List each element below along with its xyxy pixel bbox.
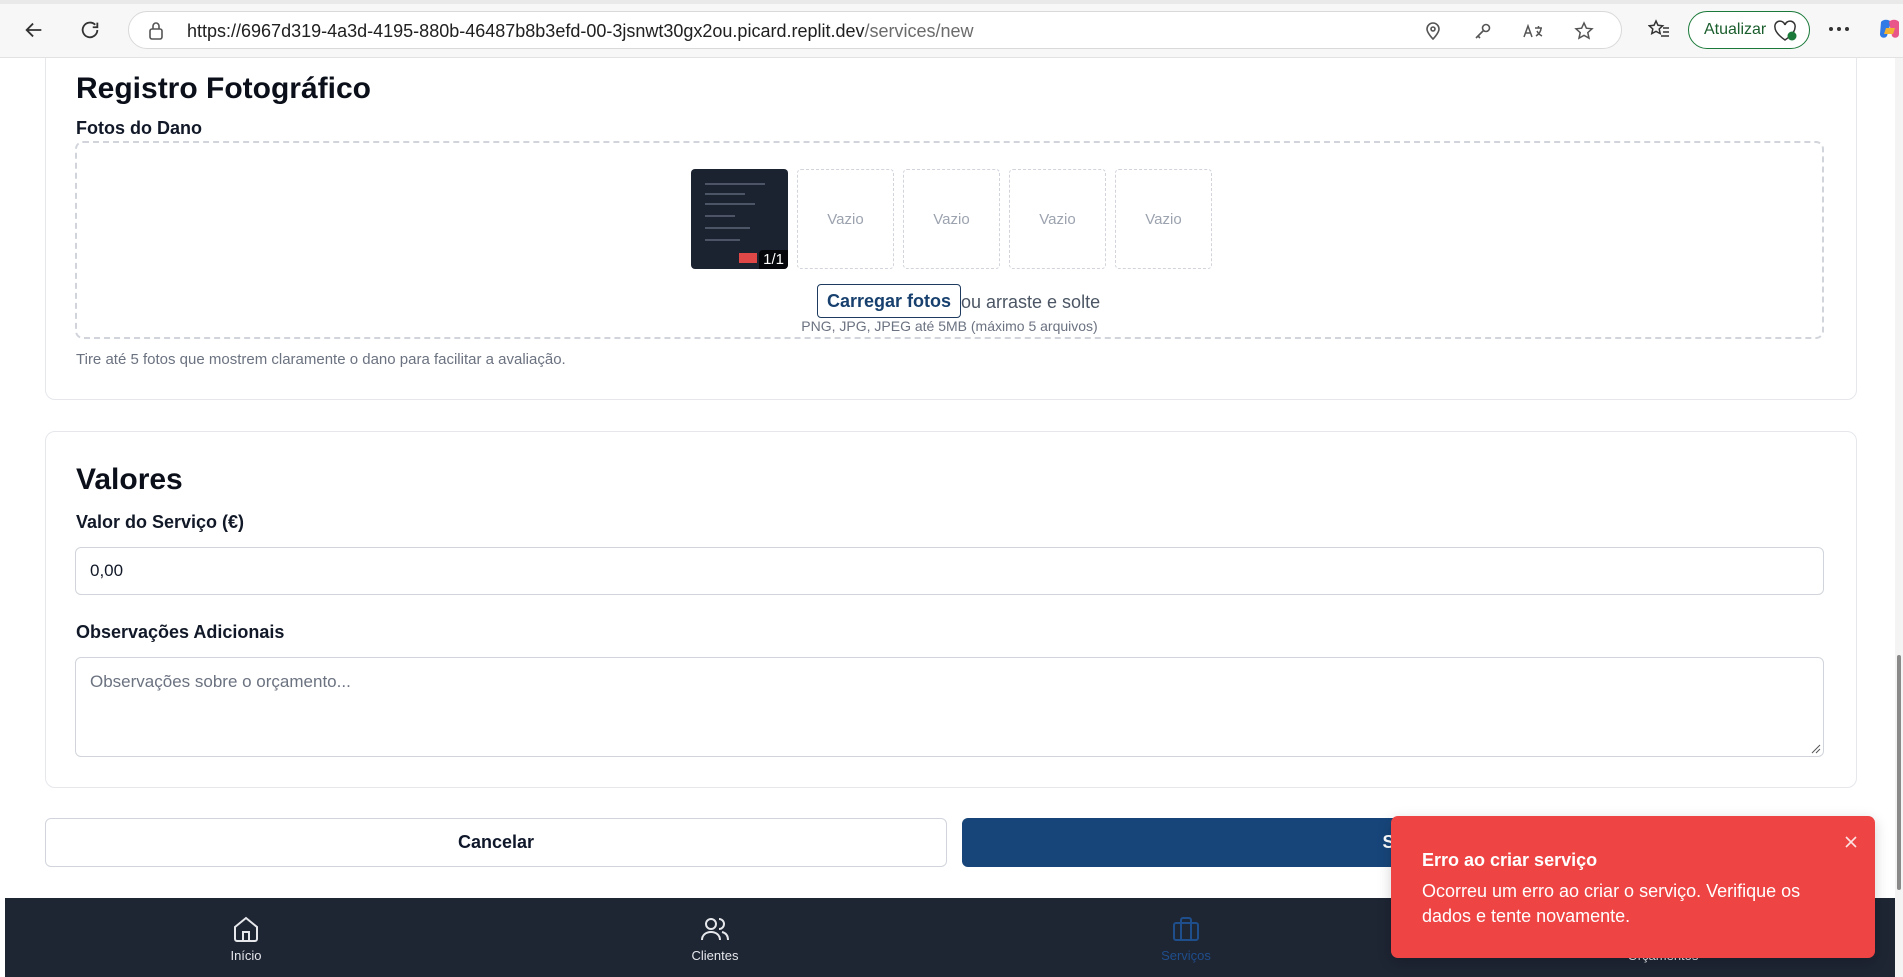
cancel-button[interactable]: Cancelar [45, 818, 947, 867]
photo-counter: 1/1 [759, 250, 788, 269]
empty-photo-slot[interactable]: Vazio [1115, 169, 1212, 269]
empty-photo-slot[interactable]: Vazio [1009, 169, 1106, 269]
resize-handle-icon[interactable] [1811, 744, 1821, 754]
empty-photo-slot[interactable]: Vazio [797, 169, 894, 269]
update-label: Atualizar [1704, 21, 1767, 38]
briefcase-icon [1173, 917, 1199, 941]
users-icon [701, 918, 729, 941]
photos-helper-text: Tire até 5 fotos que mostrem claramente … [76, 351, 566, 368]
nav-label: Clientes [691, 948, 739, 963]
nav-item-servicos[interactable]: Serviços [1116, 914, 1256, 963]
arrow-left-icon [25, 22, 42, 38]
photo-thumbnail[interactable]: 1/1 [691, 169, 788, 269]
update-button[interactable]: Atualizar [1688, 11, 1810, 49]
nav-item-clientes[interactable]: Clientes [645, 914, 785, 963]
site-info-icon[interactable] [147, 21, 165, 41]
close-icon [1845, 836, 1857, 848]
file-constraints-hint: PNG, JPG, JPEG até 5MB (máximo 5 arquivo… [801, 318, 1098, 334]
error-toast: Erro ao criar serviço Ocorreu um erro ao… [1391, 816, 1875, 958]
reload-icon [81, 21, 99, 39]
scrollbar-thumb[interactable] [1897, 655, 1901, 890]
address-bar[interactable]: https://6967d319-4a3d-4195-880b-46487b8b… [128, 11, 1622, 49]
notes-placeholder: Observações sobre o orçamento... [90, 672, 351, 691]
empty-photo-slot[interactable]: Vazio [903, 169, 1000, 269]
back-button[interactable] [18, 14, 50, 46]
nav-label: Início [230, 948, 262, 963]
price-field-label: Valor do Serviço (€) [76, 512, 245, 532]
url-text[interactable]: https://6967d319-4a3d-4195-880b-46487b8b… [187, 21, 974, 42]
health-heart-icon [1774, 20, 1797, 41]
tab-strip-edge [0, 0, 1903, 4]
home-icon [234, 916, 258, 942]
more-options-icon[interactable] [1826, 16, 1852, 42]
nav-label: Serviços [1161, 948, 1211, 963]
favorite-star-icon[interactable] [1573, 20, 1595, 42]
price-input[interactable]: 0,00 [75, 547, 1824, 595]
favorites-icon[interactable] [1646, 16, 1672, 42]
toast-description: Ocorreu um erro ao criar o serviço. Veri… [1422, 881, 1801, 926]
photos-section-title: Registro Fotográfico [76, 72, 372, 105]
values-section-title: Valores [76, 463, 183, 496]
notes-field-label: Observações Adicionais [76, 622, 285, 642]
reload-button[interactable] [74, 14, 106, 46]
toast-close-button[interactable] [1841, 832, 1861, 852]
upload-photos-button[interactable]: Carregar fotos [817, 284, 962, 318]
photos-field-label: Fotos do Dano [76, 118, 202, 138]
notes-textarea[interactable]: Observações sobre o orçamento... [75, 657, 1824, 757]
photo-dropzone[interactable]: 1/1 Vazio Vazio Vazio Vazio Carregar fot… [75, 141, 1824, 339]
translate-icon[interactable] [1522, 20, 1544, 42]
browser-toolbar: https://6967d319-4a3d-4195-880b-46487b8b… [0, 0, 1903, 58]
location-icon[interactable] [1422, 20, 1444, 42]
copilot-icon[interactable] [1877, 16, 1903, 42]
drop-instruction: ou arraste e solte [961, 292, 1101, 312]
toast-title: Erro ao criar serviço [1422, 850, 1598, 870]
key-icon[interactable] [1472, 20, 1494, 42]
price-input-value: 0,00 [90, 561, 124, 580]
nav-item-inicio[interactable]: Início [176, 914, 316, 963]
